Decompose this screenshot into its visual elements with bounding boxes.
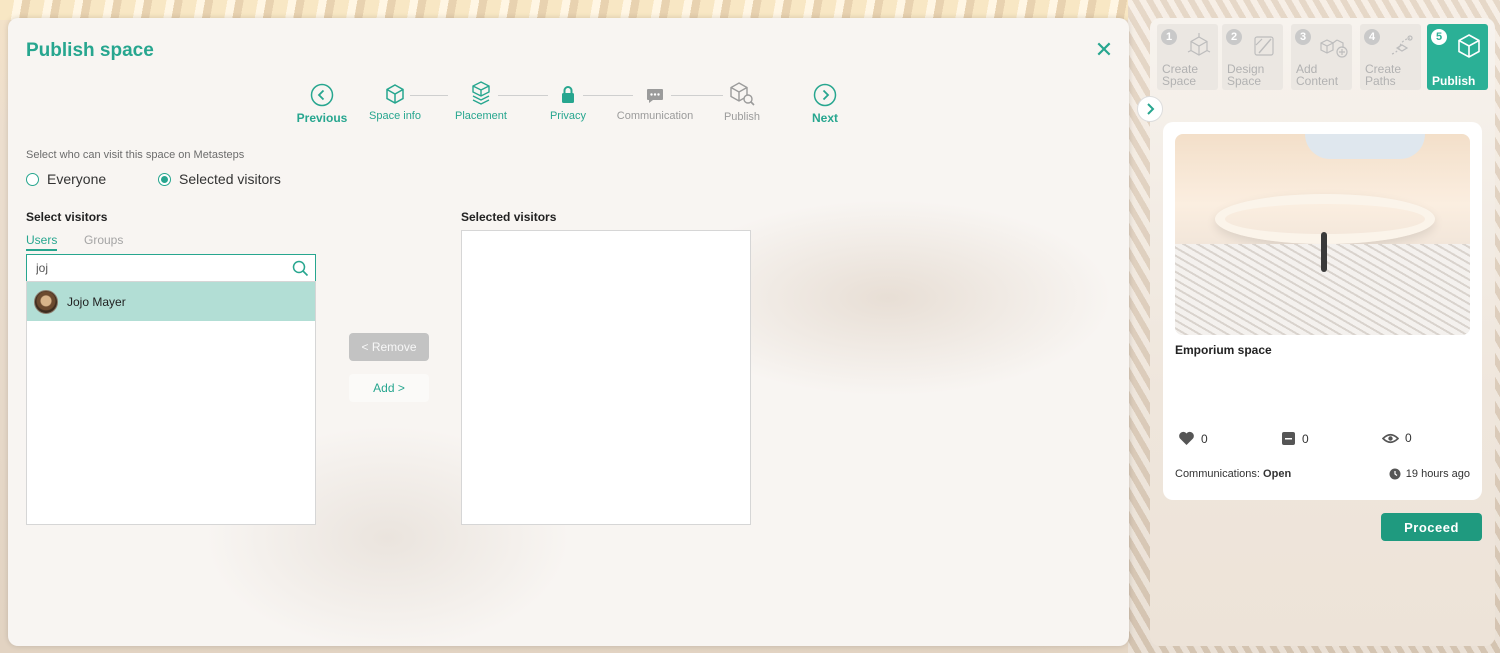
cube-add-icon bbox=[1187, 33, 1211, 56]
eye-icon bbox=[1382, 433, 1399, 443]
visit-instruction: Select who can visit this space on Metas… bbox=[26, 149, 245, 161]
radio-everyone[interactable]: Everyone bbox=[26, 171, 106, 187]
select-visitors-heading: Select visitors bbox=[26, 210, 108, 224]
search-input[interactable] bbox=[27, 255, 277, 281]
likes-count: 0 bbox=[1201, 431, 1208, 446]
step-label: Publish bbox=[1432, 74, 1476, 88]
avatar bbox=[34, 289, 58, 314]
close-icon[interactable]: ✕ bbox=[1094, 39, 1114, 61]
modal-title: Publish space bbox=[26, 40, 154, 61]
step-label: Create Space bbox=[1162, 62, 1199, 88]
search-icon[interactable] bbox=[292, 260, 309, 277]
communications-status: Communications: Open bbox=[1175, 468, 1291, 480]
chevron-right-icon bbox=[813, 83, 837, 107]
next-button[interactable]: Next bbox=[803, 83, 847, 125]
user-name: Jojo Mayer bbox=[67, 294, 126, 309]
step-label: Space info bbox=[369, 110, 421, 122]
space-preview-card: Emporium space 0 0 0 Communications: Ope… bbox=[1163, 122, 1482, 500]
selected-visitors-heading: Selected visitors bbox=[461, 210, 557, 224]
step-label: Publish bbox=[723, 111, 761, 123]
comment-icon bbox=[1282, 432, 1295, 445]
proceed-button[interactable]: Proceed bbox=[1381, 513, 1482, 541]
step-label: Privacy bbox=[549, 110, 587, 122]
chevron-left-icon bbox=[310, 83, 334, 107]
radio-circle[interactable] bbox=[158, 172, 171, 186]
wizard-step-add-content[interactable]: 3 Add Content bbox=[1291, 24, 1352, 90]
step-label: Add Content bbox=[1296, 62, 1339, 88]
step-space-info[interactable]: Space info bbox=[364, 82, 426, 122]
step-number: 1 bbox=[1161, 29, 1177, 45]
cube-search-icon bbox=[730, 82, 755, 106]
chat-bubble-icon bbox=[647, 89, 663, 103]
cube-icon bbox=[386, 84, 404, 104]
list-item[interactable]: Jojo Mayer bbox=[27, 282, 315, 321]
step-label: Placement bbox=[455, 110, 507, 122]
comments-count: 0 bbox=[1302, 431, 1309, 446]
placement-icon bbox=[472, 81, 490, 105]
publish-space-modal: Publish space ✕ Previous Space info Plac… bbox=[8, 18, 1129, 646]
user-search-field bbox=[26, 254, 316, 282]
next-label: Next bbox=[811, 111, 838, 125]
add-button[interactable]: Add > bbox=[349, 374, 429, 402]
step-communication[interactable]: Communication bbox=[612, 84, 698, 122]
heart-icon bbox=[1179, 431, 1194, 445]
tab-users[interactable]: Users bbox=[26, 233, 58, 251]
design-brush-icon bbox=[1254, 36, 1274, 56]
wizard-step-publish[interactable]: 5 Publish bbox=[1427, 24, 1488, 90]
step-publish[interactable]: Publish bbox=[715, 81, 769, 123]
comments-stat: 0 bbox=[1281, 431, 1309, 446]
step-number: 4 bbox=[1364, 29, 1380, 45]
clock-icon bbox=[1389, 468, 1401, 480]
likes-stat: 0 bbox=[1178, 431, 1208, 446]
step-label: Communication bbox=[616, 110, 694, 122]
step-number: 3 bbox=[1295, 29, 1311, 45]
selected-visitors-list bbox=[461, 230, 751, 525]
wizard-step-design-space[interactable]: 2 Design Space bbox=[1222, 24, 1283, 90]
tab-groups[interactable]: Groups bbox=[84, 233, 123, 247]
last-updated: 19 hours ago bbox=[1389, 468, 1470, 480]
space-thumbnail bbox=[1175, 134, 1470, 335]
step-label: Design Space bbox=[1227, 62, 1265, 88]
step-placement[interactable]: Placement bbox=[449, 80, 513, 122]
step-number: 2 bbox=[1226, 29, 1242, 45]
avatar-figure bbox=[1321, 232, 1327, 272]
wizard-step-create-space[interactable]: 1 Create Space bbox=[1157, 24, 1218, 90]
user-results-list: Jojo Mayer bbox=[26, 281, 316, 525]
step-label: Create Paths bbox=[1365, 62, 1402, 88]
background-scene-top bbox=[0, 0, 1130, 20]
previous-label: Previous bbox=[296, 111, 348, 125]
previous-button[interactable]: Previous bbox=[296, 83, 348, 125]
views-stat: 0 bbox=[1382, 431, 1412, 445]
communications-label: Communications: bbox=[1175, 468, 1260, 480]
step-number: 5 bbox=[1431, 29, 1447, 45]
communications-value: Open bbox=[1263, 468, 1292, 480]
step-privacy[interactable]: Privacy bbox=[538, 84, 598, 122]
radio-label: Selected visitors bbox=[179, 171, 281, 187]
cubes-add-icon bbox=[1320, 39, 1348, 58]
radio-label: Everyone bbox=[47, 171, 107, 187]
cube-icon bbox=[1458, 34, 1480, 58]
time-ago: 19 hours ago bbox=[1405, 468, 1470, 480]
skylight bbox=[1305, 134, 1425, 159]
space-name: Emporium space bbox=[1175, 343, 1272, 357]
views-count: 0 bbox=[1405, 431, 1412, 445]
collapse-panel-button[interactable] bbox=[1137, 96, 1163, 122]
radio-selected-visitors[interactable]: Selected visitors bbox=[158, 171, 281, 187]
paths-icon bbox=[1391, 35, 1413, 55]
lock-icon bbox=[562, 86, 574, 103]
chevron-right-icon bbox=[1147, 103, 1155, 115]
wizard-step-create-paths[interactable]: 4 Create Paths bbox=[1360, 24, 1421, 90]
remove-button[interactable]: < Remove bbox=[349, 333, 429, 361]
radio-circle[interactable] bbox=[26, 172, 39, 186]
